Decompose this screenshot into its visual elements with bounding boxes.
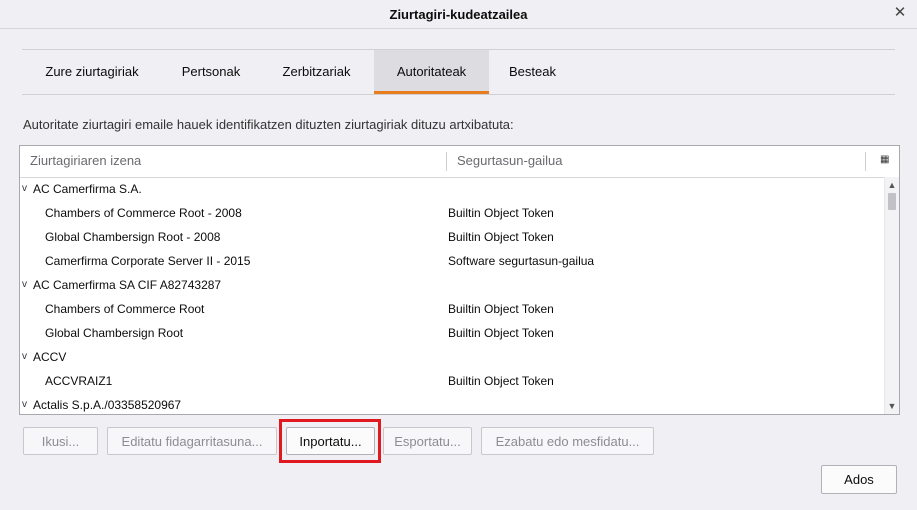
chevron-down-icon[interactable]: v [22, 345, 27, 369]
tab-others[interactable]: Besteak [491, 50, 574, 94]
certificate-name: Global Chambersign Root - 2008 [45, 230, 221, 244]
close-icon[interactable]: ✕ [891, 4, 909, 22]
certificate-name: ACCVRAIZ1 [45, 374, 113, 388]
tree-row[interactable]: Camerfirma Corporate Server II - 2015 So… [20, 249, 885, 273]
tab-your-certificates[interactable]: Zure ziurtagiriak [23, 50, 161, 94]
tree-row[interactable]: Global Chambersign Root - 2008 Builtin O… [20, 225, 885, 249]
tab-people[interactable]: Pertsonak [163, 50, 259, 94]
title-bar: Ziurtagiri-kudeatzailea ✕ [0, 0, 917, 29]
tree-group-row[interactable]: v AC Camerfirma SA CIF A82743287 [20, 273, 885, 297]
column-security-device[interactable]: Segurtasun-gailua [457, 146, 563, 177]
security-device: Builtin Object Token [448, 230, 554, 244]
certificate-name: Camerfirma Corporate Server II - 2015 [45, 254, 251, 268]
security-device: Builtin Object Token [448, 206, 554, 220]
scroll-thumb[interactable] [888, 193, 896, 210]
group-name: Actalis S.p.A./03358520967 [33, 398, 182, 412]
tab-bar: Zure ziurtagiriak Pertsonak Zerbitzariak… [22, 49, 895, 95]
export-button[interactable]: Esportatu... [383, 427, 472, 455]
window-title: Ziurtagiri-kudeatzailea [389, 7, 528, 22]
group-name: ACCV [33, 350, 67, 364]
tree-row[interactable]: Chambers of Commerce Root Builtin Object… [20, 297, 885, 321]
tab-authorities[interactable]: Autoritateak [374, 50, 489, 94]
security-device: Builtin Object Token [448, 302, 554, 316]
delete-or-distrust-button[interactable]: Ezabatu edo mesfidatu... [481, 427, 654, 455]
tree-row[interactable]: Chambers of Commerce Root - 2008 Builtin… [20, 201, 885, 225]
security-device: Software segurtasun-gailua [448, 254, 595, 268]
certificate-tree[interactable]: Ziurtagiriaren izena Segurtasun-gailua ▦… [19, 145, 900, 415]
column-certificate-name[interactable]: Ziurtagiriaren izena [30, 146, 141, 177]
column-separator[interactable] [865, 152, 866, 171]
scroll-down-icon[interactable]: ▼ [885, 399, 899, 413]
chevron-down-icon[interactable]: v [22, 273, 27, 297]
tree-group-row[interactable]: v Actalis S.p.A./03358520967 [20, 393, 885, 413]
certificate-name: Chambers of Commerce Root [45, 302, 205, 316]
edit-trust-button[interactable]: Editatu fidagarritasuna... [107, 427, 277, 455]
tree-group-row[interactable]: v ACCV [20, 345, 885, 369]
security-device: Builtin Object Token [448, 326, 554, 340]
tree-row[interactable]: Global Chambersign Root Builtin Object T… [20, 321, 885, 345]
tree-row[interactable]: ACCVRAIZ1 Builtin Object Token [20, 369, 885, 393]
tree-group-row[interactable]: v AC Camerfirma S.A. [20, 177, 885, 201]
authorities-description: Autoritate ziurtagiri emaile hauek ident… [23, 117, 514, 132]
chevron-down-icon[interactable]: v [22, 177, 27, 201]
tree-header: Ziurtagiriaren izena Segurtasun-gailua ▦ [20, 146, 899, 178]
column-picker-icon[interactable]: ▦ [880, 154, 890, 166]
tab-servers[interactable]: Zerbitzariak [262, 50, 371, 94]
chevron-down-icon[interactable]: v [22, 393, 27, 413]
group-name: AC Camerfirma SA CIF A82743287 [33, 278, 222, 292]
ok-button[interactable]: Ados [821, 465, 897, 494]
column-separator[interactable] [446, 152, 447, 171]
security-device: Builtin Object Token [448, 374, 554, 388]
group-name: AC Camerfirma S.A. [33, 182, 142, 196]
certificate-name: Global Chambersign Root [45, 326, 184, 340]
view-button[interactable]: Ikusi... [23, 427, 98, 455]
scroll-up-icon[interactable]: ▲ [885, 178, 899, 192]
tree-rows: v AC Camerfirma S.A. Chambers of Commerc… [20, 177, 885, 413]
highlight-box [279, 419, 381, 463]
certificate-name: Chambers of Commerce Root - 2008 [45, 206, 242, 220]
vertical-scrollbar[interactable]: ▲ ▼ [884, 177, 899, 414]
